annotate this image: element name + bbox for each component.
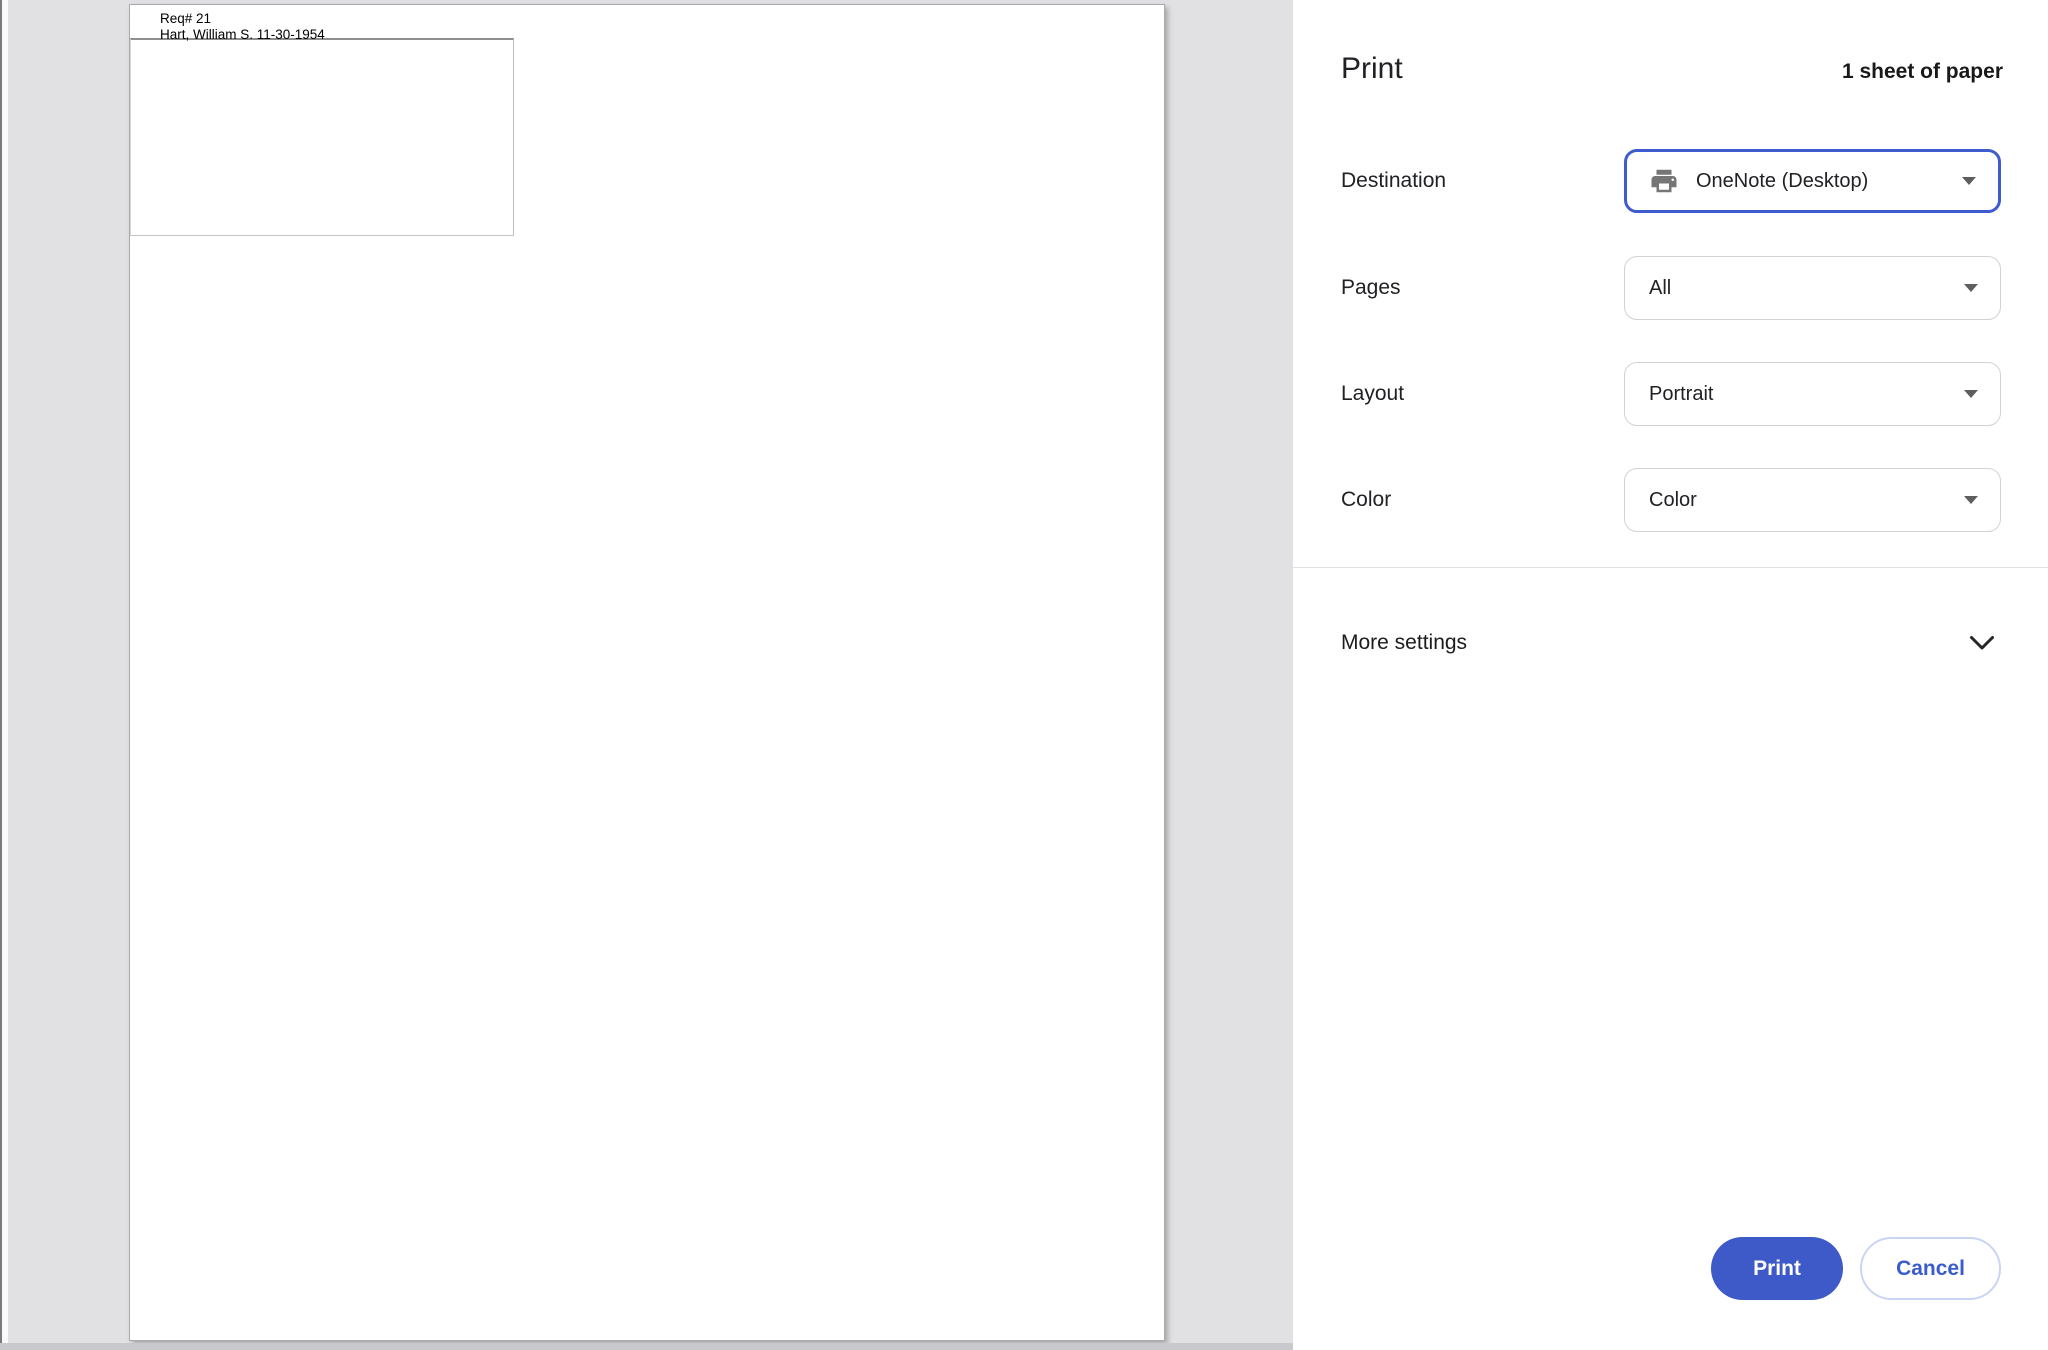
print-preview-area: Req# 21 Hart, William S. 11-30-1954	[0, 0, 1293, 1350]
printer-icon	[1649, 166, 1679, 196]
destination-value: OneNote (Desktop)	[1696, 170, 1868, 193]
print-dialog-screen: Req# 21 Hart, William S. 11-30-1954 Prin…	[0, 0, 2048, 1350]
cancel-button[interactable]: Cancel	[1860, 1237, 2001, 1300]
pages-select[interactable]: All	[1624, 256, 2001, 320]
document-empty-table-box	[130, 38, 514, 236]
dropdown-caret-icon	[1964, 390, 1978, 398]
dropdown-caret-icon	[1964, 284, 1978, 292]
document-req-line: Req# 21	[160, 11, 325, 27]
preview-bottom-edge	[0, 1343, 1293, 1350]
print-button[interactable]: Print	[1711, 1237, 1843, 1300]
window-left-gap	[2, 0, 8, 1350]
dropdown-caret-icon	[1962, 177, 1976, 185]
color-row: Color Color	[1341, 467, 2001, 533]
more-settings-toggle[interactable]: More settings	[1341, 612, 2001, 674]
preview-page: Req# 21 Hart, William S. 11-30-1954	[129, 4, 1165, 1341]
sheet-count: 1 sheet of paper	[1842, 60, 2003, 84]
layout-select[interactable]: Portrait	[1624, 362, 2001, 426]
color-value: Color	[1649, 489, 1697, 512]
document-header-text: Req# 21 Hart, William S. 11-30-1954	[160, 11, 325, 43]
section-divider	[1293, 567, 2048, 568]
pages-row: Pages All	[1341, 255, 2001, 321]
destination-select[interactable]: OneNote (Desktop)	[1624, 149, 2001, 213]
layout-value: Portrait	[1649, 383, 1713, 406]
dialog-actions: Print Cancel	[1711, 1237, 2001, 1300]
print-settings-panel: Print 1 sheet of paper Destination OneNo…	[1293, 0, 2048, 1350]
color-label: Color	[1341, 488, 1624, 512]
chevron-down-icon	[1969, 635, 1995, 652]
destination-row: Destination OneNote (Desktop)	[1341, 148, 2001, 214]
more-settings-label: More settings	[1341, 631, 1467, 655]
layout-label: Layout	[1341, 382, 1624, 406]
pages-label: Pages	[1341, 276, 1624, 300]
document-name-line: Hart, William S. 11-30-1954	[160, 27, 325, 43]
panel-title: Print	[1341, 52, 1403, 86]
panel-header: Print 1 sheet of paper	[1341, 52, 2003, 86]
layout-row: Layout Portrait	[1341, 361, 2001, 427]
color-select[interactable]: Color	[1624, 468, 2001, 532]
dropdown-caret-icon	[1964, 496, 1978, 504]
destination-label: Destination	[1341, 169, 1624, 193]
pages-value: All	[1649, 277, 1671, 300]
